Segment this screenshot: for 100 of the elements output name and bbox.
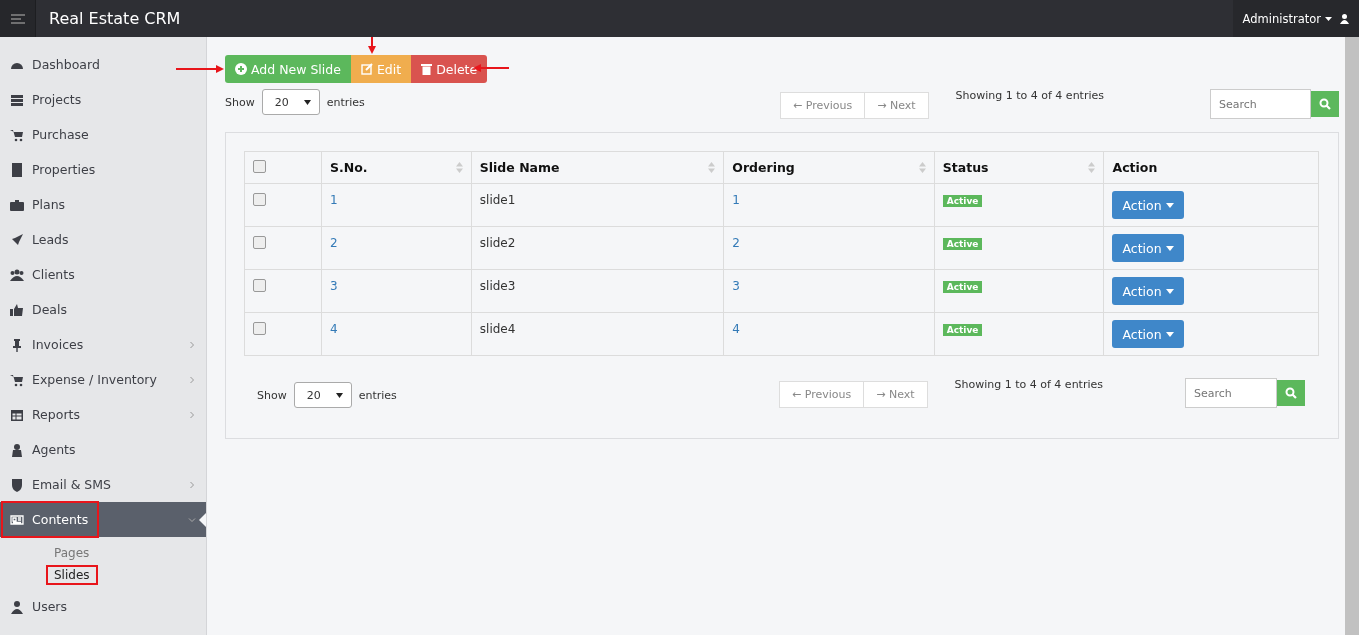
sidebar-item[interactable]: Reports xyxy=(0,397,206,432)
sidebar-item[interactable]: Deals xyxy=(0,292,206,327)
server-icon xyxy=(10,92,24,107)
sort-icon[interactable] xyxy=(1088,162,1096,173)
action-button[interactable]: Action xyxy=(1112,320,1184,348)
users-icon xyxy=(10,267,24,282)
user-icon xyxy=(10,599,24,614)
thumbs-up-icon xyxy=(10,302,24,317)
action-button[interactable]: Action xyxy=(1112,277,1184,305)
caret-icon xyxy=(1165,245,1174,251)
next-button[interactable]: → Next xyxy=(864,381,928,408)
user-menu[interactable]: Administrator xyxy=(1232,0,1359,37)
next-button[interactable]: → Next xyxy=(865,92,929,119)
plus-circle-icon xyxy=(235,63,247,75)
serial-number: 1 xyxy=(330,193,338,207)
submenu-item[interactable]: Slides xyxy=(46,565,98,585)
previous-button[interactable]: ← Previous xyxy=(779,381,865,408)
cart-icon xyxy=(10,127,24,142)
select-all-checkbox[interactable] xyxy=(253,159,266,173)
search-icon xyxy=(1319,98,1331,110)
entries-label: entries xyxy=(358,388,397,402)
slide-name: slide2 xyxy=(479,236,516,250)
caret-icon xyxy=(335,392,343,398)
search-icon xyxy=(1285,387,1297,399)
action-button[interactable]: Action xyxy=(1112,191,1184,219)
sort-icon[interactable] xyxy=(708,162,716,173)
slide-name: slide1 xyxy=(479,193,516,207)
page-size-select[interactable]: 20 xyxy=(261,89,320,115)
column-header: Action xyxy=(1112,160,1159,175)
show-label: Show xyxy=(257,388,287,402)
ordering-value: 3 xyxy=(732,279,740,293)
chevron-right-icon xyxy=(188,410,196,419)
chevron-right-icon xyxy=(188,340,196,349)
pencil-square-icon xyxy=(360,63,373,75)
shield-icon xyxy=(10,477,24,492)
table-icon xyxy=(10,407,24,422)
entries-label: entries xyxy=(326,95,365,109)
menu-icon[interactable] xyxy=(0,0,36,37)
action-button[interactable]: Action xyxy=(1112,234,1184,262)
show-label: Show xyxy=(225,95,255,109)
status-badge: Active xyxy=(942,324,983,336)
sidebar-item[interactable]: Users xyxy=(0,589,206,624)
search-button[interactable] xyxy=(1311,91,1339,117)
briefcase-icon xyxy=(10,197,24,212)
agent-icon xyxy=(10,442,24,457)
sidebar-item[interactable]: Agents xyxy=(0,432,206,467)
chevron-right-icon xyxy=(188,480,196,489)
serial-number: 2 xyxy=(330,236,338,250)
caret-icon xyxy=(1165,202,1174,208)
sidebar-item[interactable]: Projects xyxy=(0,82,206,117)
delete-button[interactable]: Delete xyxy=(411,55,488,83)
sort-icon[interactable] xyxy=(455,162,463,173)
trash-icon xyxy=(421,63,433,75)
entries-info: Showing 1 to 4 of 4 entries xyxy=(954,378,1103,391)
newspaper-icon xyxy=(10,512,24,527)
serial-number: 4 xyxy=(330,322,338,336)
sidebar-item[interactable]: Contents xyxy=(0,502,206,537)
pin-icon xyxy=(10,337,24,352)
user-icon xyxy=(1340,13,1349,24)
status-badge: Active xyxy=(942,238,983,250)
sidebar-item[interactable]: Dashboard xyxy=(0,47,206,82)
row-checkbox[interactable] xyxy=(253,236,266,249)
submenu-item[interactable]: Pages xyxy=(46,543,98,563)
previous-button[interactable]: ← Previous xyxy=(780,92,866,119)
status-badge: Active xyxy=(942,281,983,293)
sidebar-item[interactable]: Plans xyxy=(0,187,206,222)
ordering-value: 1 xyxy=(732,193,740,207)
caret-icon xyxy=(1165,288,1174,294)
chevron-right-icon xyxy=(188,375,196,384)
search-field[interactable]: Search xyxy=(1185,378,1277,408)
caret-icon xyxy=(1325,16,1332,21)
chevron-down-icon xyxy=(188,515,196,524)
sidebar-item[interactable]: Leads xyxy=(0,222,206,257)
caret-icon xyxy=(303,99,311,105)
search-button[interactable] xyxy=(1277,380,1305,406)
sidebar-item[interactable]: Properties xyxy=(0,152,206,187)
sidebar-item[interactable]: Expense / Inventory xyxy=(0,362,206,397)
status-badge: Active xyxy=(942,195,983,207)
slide-name: slide4 xyxy=(479,322,516,336)
annotation-arrow xyxy=(368,37,376,54)
row-checkbox[interactable] xyxy=(253,193,266,206)
sidebar-item[interactable]: Purchase xyxy=(0,117,206,152)
sidebar-item[interactable]: Invoices xyxy=(0,327,206,362)
caret-icon xyxy=(1165,331,1174,337)
slide-name: slide3 xyxy=(479,279,516,293)
sort-icon[interactable] xyxy=(918,162,926,173)
ordering-value: 4 xyxy=(732,322,740,336)
sidebar-item[interactable]: Email & SMS xyxy=(0,467,206,502)
row-checkbox[interactable] xyxy=(253,322,266,335)
cart-icon xyxy=(10,372,24,387)
page-size-select[interactable]: 20 xyxy=(293,382,352,408)
entries-info: Showing 1 to 4 of 4 entries xyxy=(955,89,1104,102)
annotation-arrow xyxy=(176,65,224,73)
scrollbar[interactable] xyxy=(1345,37,1359,635)
app-title: Real Estate CRM xyxy=(49,9,182,28)
sidebar-item[interactable]: Clients xyxy=(0,257,206,292)
search-field[interactable]: Search xyxy=(1210,89,1311,119)
serial-number: 3 xyxy=(330,279,338,293)
row-checkbox[interactable] xyxy=(253,279,266,292)
ordering-value: 2 xyxy=(732,236,740,250)
